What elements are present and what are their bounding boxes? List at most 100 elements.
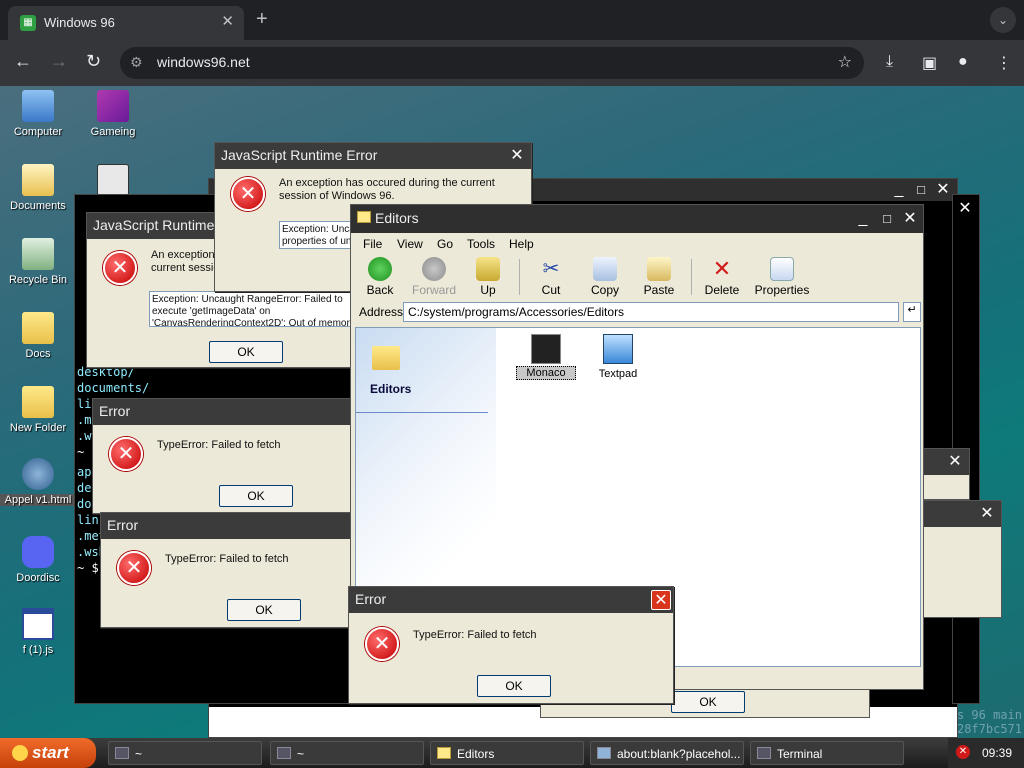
globe-icon [597, 747, 611, 759]
paste-icon [647, 257, 671, 281]
file-monaco[interactable]: Monaco [516, 334, 576, 380]
task-label: Editors [457, 747, 495, 761]
file-textpad[interactable]: Textpad [588, 334, 648, 380]
tab-search-chevron-icon[interactable]: ⌄ [990, 7, 1016, 33]
toolbar-label: Cut [541, 283, 561, 297]
error-tray-icon[interactable]: ✕ [956, 745, 970, 759]
close-icon[interactable]: ✕ [977, 504, 997, 524]
dialog-title: Error [355, 591, 387, 607]
menu-tools[interactable]: Tools [467, 237, 495, 251]
menu-view[interactable]: View [397, 237, 423, 251]
menu-help[interactable]: Help [509, 237, 534, 251]
ok-button[interactable]: OK [219, 485, 293, 507]
ok-button[interactable]: OK [227, 599, 301, 621]
minimize-icon[interactable]: _ [853, 209, 873, 229]
menu-file[interactable]: File [363, 237, 382, 251]
address-label: Address [359, 305, 404, 319]
html-file-icon [22, 458, 54, 490]
folder-icon [22, 386, 54, 418]
dialog-message: TypeError: Failed to fetch [413, 629, 537, 641]
address-input[interactable]: C:/system/programs/Accessories/Editors [403, 302, 899, 322]
forward-button[interactable]: Forward [407, 255, 461, 297]
menu-go[interactable]: Go [437, 237, 453, 251]
desktop-icon-documents[interactable]: Documents [0, 164, 76, 212]
up-button[interactable]: Up [461, 255, 515, 297]
back-arrow-icon[interactable]: ← [14, 51, 32, 72]
error-icon: ✕ [231, 177, 265, 211]
cut-button[interactable]: ✂ Cut [524, 255, 578, 297]
error-dialog-b: Error ✕ TypeError: Failed to fetch OK [100, 512, 354, 628]
toolbar-label: Properties [754, 283, 810, 297]
start-button[interactable]: start [0, 738, 96, 768]
close-icon[interactable]: ✕ [900, 209, 920, 229]
tab-close-icon[interactable]: ✕ [221, 12, 234, 30]
desktop-icon-new-folder[interactable]: New Folder [0, 386, 76, 434]
system-tray: ✕ 09:39 [948, 738, 1024, 768]
toolbar-label: Paste [643, 283, 675, 297]
desktop-icon-computer[interactable]: Computer [0, 90, 76, 138]
folder-icon [357, 211, 371, 223]
taskbar-item-terminal-3[interactable]: Terminal [750, 741, 904, 765]
browser-tab[interactable]: ▦ Windows 96 ✕ [8, 6, 244, 40]
terminal-icon [757, 747, 771, 759]
copy-button[interactable]: Copy [578, 255, 632, 297]
terminal-icon [115, 747, 129, 759]
close-icon[interactable]: ✕ [945, 452, 965, 472]
maximize-icon[interactable]: □ [877, 209, 897, 229]
terminal-line: documents/ [77, 381, 150, 395]
profile-icon[interactable]: ● [958, 53, 968, 71]
paste-button[interactable]: Paste [632, 255, 686, 297]
close-icon[interactable]: ✕ [651, 590, 671, 610]
new-tab-button[interactable]: + [256, 8, 268, 31]
ok-button[interactable]: OK [671, 691, 745, 713]
close-icon[interactable]: ✕ [933, 180, 953, 200]
desktop-icon-recycle-bin[interactable]: Recycle Bin [0, 238, 76, 286]
properties-icon [770, 257, 794, 281]
download-icon[interactable]: ⤓ [886, 53, 893, 71]
file-label: Monaco [516, 366, 576, 380]
address-bar[interactable]: ⚙ windows96.net ☆ [120, 47, 864, 79]
minimize-icon[interactable]: _ [889, 180, 909, 200]
error-icon: ✕ [103, 251, 137, 285]
back-button[interactable]: Back [353, 255, 407, 297]
more-menu-icon[interactable]: ⋮ [996, 53, 1012, 73]
delete-button[interactable]: ✕ Delete [695, 255, 749, 298]
computer-icon [22, 90, 54, 122]
ok-button[interactable]: OK [209, 341, 283, 363]
dialog-title: Error [107, 517, 139, 533]
go-button[interactable]: ↵ [903, 302, 921, 322]
task-label: ~ [297, 747, 305, 761]
taskbar-item-terminal-1[interactable]: ~ [108, 741, 262, 765]
close-icon[interactable]: ✕ [507, 146, 527, 166]
close-icon[interactable]: ✕ [955, 199, 975, 219]
url-text[interactable]: windows96.net [157, 54, 250, 70]
desktop-icon-f1js[interactable]: f (1).js [0, 608, 76, 656]
ok-button[interactable]: OK [477, 675, 551, 697]
taskbar-item-terminal-2[interactable]: ~ [270, 741, 424, 765]
dialog-titlebar: JavaScript Runtime Error ✕ [215, 143, 531, 169]
taskbar-item-editors[interactable]: Editors [430, 741, 584, 765]
site-info-icon[interactable]: ⚙ [130, 54, 143, 71]
error-dialog-c: Error ✕ ✕ TypeError: Failed to fetch OK [348, 586, 674, 704]
properties-button[interactable]: Properties [749, 255, 815, 297]
desktop-icon-doordisc[interactable]: Doordisc [0, 536, 76, 584]
dialog-titlebar: Error [101, 513, 353, 539]
taskbar-item-browser[interactable]: about:blank?placehol... [590, 741, 744, 765]
reload-icon[interactable]: ↻ [86, 51, 101, 72]
toolbar-label: Back [366, 283, 394, 297]
maximize-icon[interactable]: □ [911, 180, 931, 200]
side-panel-icon[interactable]: ▣ [922, 53, 937, 73]
desktop-icon-appel[interactable]: Appel v1.html [0, 458, 76, 506]
folder-icon [22, 312, 54, 344]
desktop-icon-label: Doordisc [16, 572, 60, 584]
game-cube-icon [97, 90, 129, 122]
scissors-icon: ✂ [542, 258, 560, 280]
desktop-icon-gameing[interactable]: Gameing [75, 90, 151, 138]
forward-arrow-icon[interactable]: → [50, 51, 68, 72]
desktop-icon-docs[interactable]: Docs [0, 312, 76, 360]
folder-title: Editors [370, 382, 412, 396]
window-titlebar: ✕ [923, 449, 969, 475]
bookmark-star-icon[interactable]: ☆ [838, 52, 852, 72]
task-label: Terminal [777, 747, 823, 761]
toolbar-label: Up [480, 283, 496, 297]
